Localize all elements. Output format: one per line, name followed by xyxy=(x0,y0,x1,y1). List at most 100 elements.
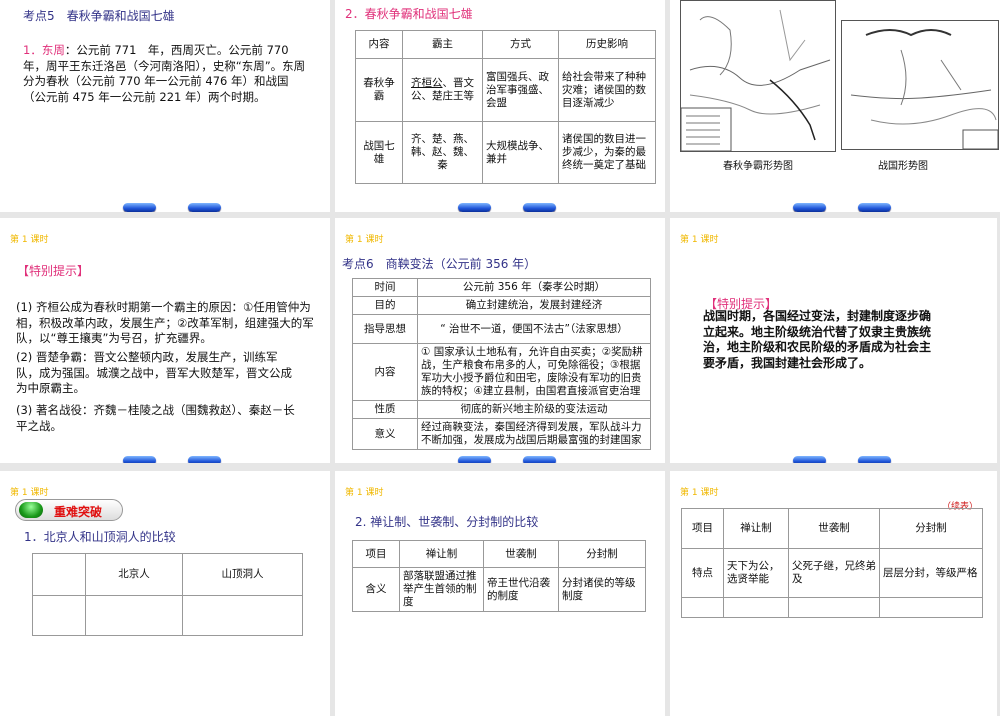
badge-label: 重难突破 xyxy=(54,505,103,519)
table-row: 春秋争霸 齐桓公、晋文公、楚庄王等 富国强兵、政治军事强盛、会盟 给社会带来了种… xyxy=(355,58,656,122)
slide-5: 第 1 课时 考点6 商鞅变法（公元前 356 年） 时间 公元前 356 年（秦… xyxy=(335,218,665,463)
row-value: 确立封建统治，发展封建经济 xyxy=(417,296,651,315)
comparison-table: 北京人 山顶洞人 xyxy=(32,553,303,636)
slide-paragraph: 1．东周：公元前 771 年，西周灭亡。公元前 770 年，周平王东迁洛邑（今河… xyxy=(23,43,308,105)
table-cell: 层层分封，等级严格 xyxy=(879,548,983,598)
table-cell: 春秋争霸 xyxy=(355,58,403,122)
table-row: 性质 彻底的新兴地主阶级的变法运动 xyxy=(352,400,651,419)
table-cell: 父死子继，兄终弟及 xyxy=(788,548,880,598)
table-cell: 齐桓公、晋文公、楚庄王等 xyxy=(402,58,483,122)
slide-7: 第 1 课时 重难突破 1．北京人和山顶洞人的比较 北京人 山顶洞人 xyxy=(0,471,330,716)
table-cell: 战国七雄 xyxy=(355,121,403,184)
slide-4: 第 1 课时 【特别提示】 (1) 齐桓公成为春秋时期第一个霸主的原因：①任用管… xyxy=(0,218,330,463)
slide-title: 考点6 商鞅变法（公元前 356 年） xyxy=(342,257,537,271)
table-row: 特点 天下为公，选贤举能 父死子继，兄终弟及 层层分封，等级严格 xyxy=(681,548,983,598)
system-comparison-table: 项目 禅让制 世袭制 分封制 含义 部落联盟通过推举产生首领的制度 帝王世代沿袭的制度 分封… xyxy=(352,540,646,612)
underlined-text: 齐桓公 xyxy=(411,77,443,89)
next-page-button[interactable] xyxy=(858,203,891,212)
tip-point-1: (1) 齐桓公成为春秋时期第一个霸主的原因：①任用管仲为相，积极改革内政，发展生… xyxy=(16,300,314,345)
tip-point-2: (2) 晋楚争霸：晋文公整顿内政，发展生产，训练军队，成为强国。城濮之战中，晋军… xyxy=(16,350,292,395)
spring-autumn-map xyxy=(680,0,836,152)
table-header: 方式 xyxy=(482,30,559,59)
row-label: 时间 xyxy=(352,278,418,297)
lesson-label: 第 1 课时 xyxy=(10,235,49,245)
row-value: 公元前 356 年（秦孝公时期） xyxy=(417,278,651,297)
row-label: 指导思想 xyxy=(352,314,418,344)
table-header: 项目 xyxy=(352,540,400,568)
row-label: 内容 xyxy=(352,343,418,401)
table-header xyxy=(32,553,86,596)
table-row: 内容 ① 国家承认土地私有，允许自由买卖；②奖励耕战，生产粮食布帛多的人，可免除徭… xyxy=(352,343,651,401)
slide-3: 春秋争霸形势图 战国形势图 xyxy=(670,0,1000,212)
table-cell: 给社会带来了种种灾难；诸侯国的数目逐渐减少 xyxy=(558,58,656,122)
slide-title: 1．北京人和山顶洞人的比较 xyxy=(24,530,176,544)
slide-8: 第 1 课时 2. 禅让制、世袭制、分封制的比较 项目 禅让制 世袭制 分封制 含义部… xyxy=(335,471,665,716)
table-cell: 天下为公，选贤举能 xyxy=(723,548,789,598)
slide-title: 2. 禅让制、世袭制、分封制的比较 xyxy=(355,515,539,529)
row-label: 目的 xyxy=(352,296,418,315)
slide-title: 2．春秋争霸和战国七雄 xyxy=(345,7,473,21)
prev-page-button[interactable] xyxy=(793,456,826,463)
row-label: 意义 xyxy=(352,418,418,450)
table-cell: 大规模战争、兼并 xyxy=(482,121,559,184)
table-cell: 部落联盟通过推举产生首领的制度 xyxy=(399,567,484,612)
table-header: 世袭制 xyxy=(788,508,880,549)
table-cell: 富国强兵、政治军事强盛、会盟 xyxy=(482,58,559,122)
table-header: 项目 xyxy=(681,508,724,549)
slide-9: 第 1 课时 （续表） 项目 禅让制 世袭制 分封制 特点 天下为公，选贤举能 父死子继，… xyxy=(670,471,997,716)
prev-page-button[interactable] xyxy=(458,203,491,212)
table-row: 指导思想 “ 治世不一道，便国不法古”（法家思想） xyxy=(352,314,651,344)
next-page-button[interactable] xyxy=(188,203,221,212)
table-header: 北京人 xyxy=(85,553,183,596)
table-cell: 诸侯国的数目进一步减少，为秦的最终统一奠定了基础 xyxy=(558,121,656,184)
lesson-label: 第 1 课时 xyxy=(345,488,384,498)
prev-page-button[interactable] xyxy=(123,456,156,463)
slide-1: 考点5 春秋争霸和战国七雄 1．东周：公元前 771 年，西周灭亡。公元前 77… xyxy=(0,0,330,212)
table-header: 内容 xyxy=(355,30,403,59)
next-page-button[interactable] xyxy=(858,456,891,463)
slide-2: 2．春秋争霸和战国七雄 内容 霸主 方式 历史影响 春秋争霸 齐桓公、晋文公、楚… xyxy=(335,0,665,212)
table-header: 世袭制 xyxy=(483,540,559,568)
next-page-button[interactable] xyxy=(523,203,556,212)
table-row: 意义 经过商鞅变法，秦国经济得到发展，军队战斗力不断加强，发展成为战国后期最富强的… xyxy=(352,418,651,450)
lesson-label: 第 1 课时 xyxy=(680,235,719,245)
next-page-button[interactable] xyxy=(523,456,556,463)
shang-yang-reform-table: 时间 公元前 356 年（秦孝公时期） 目的 确立封建统治，发展封建经济 指导思想 “… xyxy=(352,278,651,450)
row-value: 经过商鞅变法，秦国经济得到发展，军队战斗力不断加强，发展成为战国后期最富强的封建… xyxy=(417,418,651,450)
table-cell: 特点 xyxy=(681,548,724,598)
table-header: 历史影响 xyxy=(558,30,656,59)
table-row: 时间 公元前 356 年（秦孝公时期） xyxy=(352,278,651,297)
prev-page-button[interactable] xyxy=(458,456,491,463)
key-points-badge: 重难突破 xyxy=(15,499,123,521)
table-cell: 含义 xyxy=(352,567,400,612)
map-caption-left: 春秋争霸形势图 xyxy=(723,161,793,172)
tip-heading: 【特别提示】 xyxy=(17,264,90,278)
hegemony-table: 内容 霸主 方式 历史影响 春秋争霸 齐桓公、晋文公、楚庄王等 富国强兵、政治军… xyxy=(355,30,656,184)
table-header: 分封制 xyxy=(558,540,646,568)
row-value: 彻底的新兴地主阶级的变法运动 xyxy=(417,400,651,419)
row-value: “ 治世不一道，便国不法古”（法家思想） xyxy=(417,314,651,344)
prev-page-button[interactable] xyxy=(793,203,826,212)
table-row: 目的 确立封建统治，发展封建经济 xyxy=(352,296,651,315)
table-cell: 齐、楚、燕、韩、赵、魏、秦 xyxy=(402,121,483,184)
table-header: 霸主 xyxy=(402,30,483,59)
warring-states-map xyxy=(841,20,999,150)
lesson-label: 第 1 课时 xyxy=(10,488,49,498)
table-header: 禅让制 xyxy=(399,540,484,568)
next-page-button[interactable] xyxy=(188,456,221,463)
table-cell: 分封诸侯的等级制度 xyxy=(558,567,646,612)
paragraph-text: ：公元前 771 年，西周灭亡。公元前 770 年，周平王东迁洛邑（今河南洛阳）… xyxy=(23,43,306,104)
table-header: 分封制 xyxy=(879,508,983,549)
table-header: 山顶洞人 xyxy=(182,553,303,596)
lesson-label: 第 1 课时 xyxy=(345,235,384,245)
system-comparison-table-continued: 项目 禅让制 世袭制 分封制 特点 天下为公，选贤举能 父死子继，兄终弟及 层层分封，等级严… xyxy=(681,508,983,618)
table-header: 禅让制 xyxy=(723,508,789,549)
row-value: ① 国家承认土地私有，允许自由买卖；②奖励耕战，生产粮食布帛多的人，可免除徭役；… xyxy=(417,343,651,401)
tip-point-3: (3) 著名战役：齐魏－桂陵之战（围魏救赵）、秦赵－长平之战。 xyxy=(16,403,295,433)
green-dot-icon xyxy=(19,502,43,518)
row-label: 性质 xyxy=(352,400,418,419)
table-row: 含义 部落联盟通过推举产生首领的制度 帝王世代沿袭的制度 分封诸侯的等级制度 xyxy=(352,567,646,612)
map-caption-right: 战国形势图 xyxy=(878,161,928,172)
table-cell: 帝王世代沿袭的制度 xyxy=(483,567,559,612)
prev-page-button[interactable] xyxy=(123,203,156,212)
